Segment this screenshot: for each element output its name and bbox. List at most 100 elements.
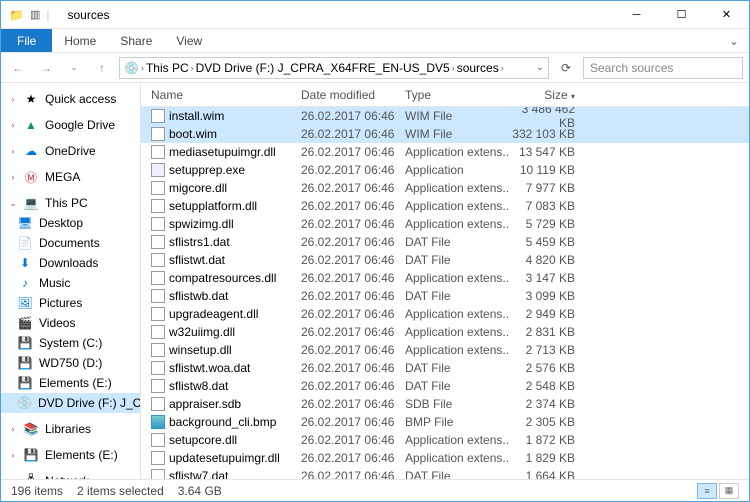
chevron-right-icon[interactable]: › [191, 63, 194, 73]
file-type: Application extens... [405, 181, 509, 195]
file-row[interactable]: sflistrs1.dat26.02.2017 06:46DAT File5 4… [141, 233, 749, 251]
file-type: Application extens... [405, 433, 509, 447]
sidebar-onedrive[interactable]: ›☁OneDrive [1, 141, 140, 161]
chevron-right-icon[interactable]: › [501, 63, 504, 73]
file-row[interactable]: spwizimg.dll26.02.2017 06:46Application … [141, 215, 749, 233]
file-icon [151, 271, 165, 285]
file-icon [151, 163, 165, 177]
home-tab[interactable]: Home [52, 29, 108, 52]
chevron-right-icon[interactable]: › [141, 63, 144, 73]
file-icon [151, 181, 165, 195]
file-size: 13 547 KB [509, 145, 589, 159]
file-row[interactable]: background_cli.bmp26.02.2017 06:46BMP Fi… [141, 413, 749, 431]
file-name: migcore.dll [169, 181, 227, 195]
sidebar-music[interactable]: ♪Music [1, 273, 140, 293]
file-row[interactable]: compatresources.dll26.02.2017 06:46Appli… [141, 269, 749, 287]
file-type: Application extens... [405, 325, 509, 339]
breadcrumb-drive[interactable]: DVD Drive (F:) J_CPRA_X64FRE_EN-US_DV5 [196, 61, 450, 75]
file-row[interactable]: migcore.dll26.02.2017 06:46Application e… [141, 179, 749, 197]
sidebar-downloads[interactable]: ⬇Downloads [1, 253, 140, 273]
file-icon [151, 469, 165, 479]
sidebar-elements-2[interactable]: ›💾Elements (E:) [1, 445, 140, 465]
back-button[interactable]: ← [7, 57, 29, 79]
recent-locations-button[interactable]: ⌄ [63, 57, 85, 79]
file-tab[interactable]: File [1, 29, 52, 52]
close-button[interactable]: ✕ [704, 1, 749, 29]
column-size[interactable]: Size ▾ [509, 88, 589, 102]
ribbon-expand-icon[interactable]: ⌄ [719, 29, 749, 52]
file-date: 26.02.2017 06:46 [301, 397, 405, 411]
address-bar[interactable]: 💿 › This PC › DVD Drive (F:) J_CPRA_X64F… [119, 57, 549, 79]
navigation-pane[interactable]: ›★Quick access ›▲Google Drive ›☁OneDrive… [1, 83, 141, 479]
file-name: w32uiimg.dll [169, 325, 235, 339]
search-input[interactable]: Search sources [583, 57, 743, 79]
forward-button[interactable]: → [35, 57, 57, 79]
window-title: sources [67, 8, 109, 22]
navbar: ← → ⌄ ↑ 💿 › This PC › DVD Drive (F:) J_C… [1, 53, 749, 83]
sidebar-network[interactable]: ›🖧Network [1, 471, 140, 479]
file-type: WIM File [405, 127, 509, 141]
up-button[interactable]: ↑ [91, 57, 113, 79]
file-size: 5 459 KB [509, 235, 589, 249]
sidebar-desktop[interactable]: 🖥Desktop [1, 213, 140, 233]
file-row[interactable]: sflistw7.dat26.02.2017 06:46DAT File1 66… [141, 467, 749, 479]
file-row[interactable]: setupcore.dll26.02.2017 06:46Application… [141, 431, 749, 449]
breadcrumb-thispc[interactable]: This PC [146, 61, 189, 75]
file-name: boot.wim [169, 127, 217, 141]
column-date[interactable]: Date modified [301, 88, 405, 102]
sidebar-google-drive[interactable]: ›▲Google Drive [1, 115, 140, 135]
sidebar-dvd-drive[interactable]: 💿DVD Drive (F:) J_CPR [1, 393, 140, 413]
details-view-button[interactable]: ≡ [697, 483, 717, 499]
properties-icon[interactable]: ▥ [30, 8, 40, 21]
sidebar-this-pc[interactable]: ⌄💻This PC [1, 193, 140, 213]
file-row[interactable]: setupplatform.dll26.02.2017 06:46Applica… [141, 197, 749, 215]
file-row[interactable]: winsetup.dll26.02.2017 06:46Application … [141, 341, 749, 359]
view-tab[interactable]: View [164, 29, 214, 52]
file-icon [151, 253, 165, 267]
file-row[interactable]: appraiser.sdb26.02.2017 06:46SDB File2 3… [141, 395, 749, 413]
file-row[interactable]: install.wim26.02.2017 06:46WIM File3 486… [141, 107, 749, 125]
file-size: 2 949 KB [509, 307, 589, 321]
file-date: 26.02.2017 06:46 [301, 361, 405, 375]
file-row[interactable]: w32uiimg.dll26.02.2017 06:46Application … [141, 323, 749, 341]
file-row[interactable]: sflistwt.woa.dat26.02.2017 06:46DAT File… [141, 359, 749, 377]
breadcrumb-sources[interactable]: sources [457, 61, 499, 75]
sidebar-wd750[interactable]: 💾WD750 (D:) [1, 353, 140, 373]
libraries-icon: 📚 [23, 421, 39, 437]
sidebar-videos[interactable]: 🎬Videos [1, 313, 140, 333]
chevron-right-icon[interactable]: › [452, 63, 455, 73]
file-date: 26.02.2017 06:46 [301, 469, 405, 479]
sidebar-libraries[interactable]: ›📚Libraries [1, 419, 140, 439]
file-icon [151, 361, 165, 375]
titlebar: 📁 ▥ | sources ─ ☐ ✕ [1, 1, 749, 29]
file-row[interactable]: setupprep.exe26.02.2017 06:46Application… [141, 161, 749, 179]
maximize-button[interactable]: ☐ [659, 1, 704, 29]
file-type: Application extens... [405, 343, 509, 357]
refresh-button[interactable]: ⟳ [555, 61, 577, 75]
file-row[interactable]: updatesetupuimgr.dll26.02.2017 06:46Appl… [141, 449, 749, 467]
file-rows[interactable]: install.wim26.02.2017 06:46WIM File3 486… [141, 107, 749, 479]
column-type[interactable]: Type [405, 88, 509, 102]
sidebar-documents[interactable]: 📄Documents [1, 233, 140, 253]
share-tab[interactable]: Share [108, 29, 164, 52]
sidebar-pictures[interactable]: 🖼Pictures [1, 293, 140, 313]
sidebar-elements[interactable]: 💾Elements (E:) [1, 373, 140, 393]
sidebar-system-c[interactable]: 💾System (C:) [1, 333, 140, 353]
file-row[interactable]: boot.wim26.02.2017 06:46WIM File332 103 … [141, 125, 749, 143]
sidebar-mega[interactable]: ›ⓂMEGA [1, 167, 140, 187]
file-icon [151, 379, 165, 393]
file-size: 1 872 KB [509, 433, 589, 447]
sidebar-quick-access[interactable]: ›★Quick access [1, 89, 140, 109]
file-row[interactable]: mediasetupuimgr.dll26.02.2017 06:46Appli… [141, 143, 749, 161]
file-row[interactable]: upgradeagent.dll26.02.2017 06:46Applicat… [141, 305, 749, 323]
address-dropdown-icon[interactable]: ⌄ [536, 62, 544, 73]
file-row[interactable]: sflistw8.dat26.02.2017 06:46DAT File2 54… [141, 377, 749, 395]
drive-icon: 💾 [17, 375, 33, 391]
file-type: Application extens... [405, 145, 509, 159]
column-name[interactable]: Name [141, 88, 301, 102]
thumbnails-view-button[interactable]: ▦ [719, 483, 739, 499]
minimize-button[interactable]: ─ [614, 1, 659, 29]
file-row[interactable]: sflistwb.dat26.02.2017 06:46DAT File3 09… [141, 287, 749, 305]
file-size: 3 147 KB [509, 271, 589, 285]
file-row[interactable]: sflistwt.dat26.02.2017 06:46DAT File4 82… [141, 251, 749, 269]
